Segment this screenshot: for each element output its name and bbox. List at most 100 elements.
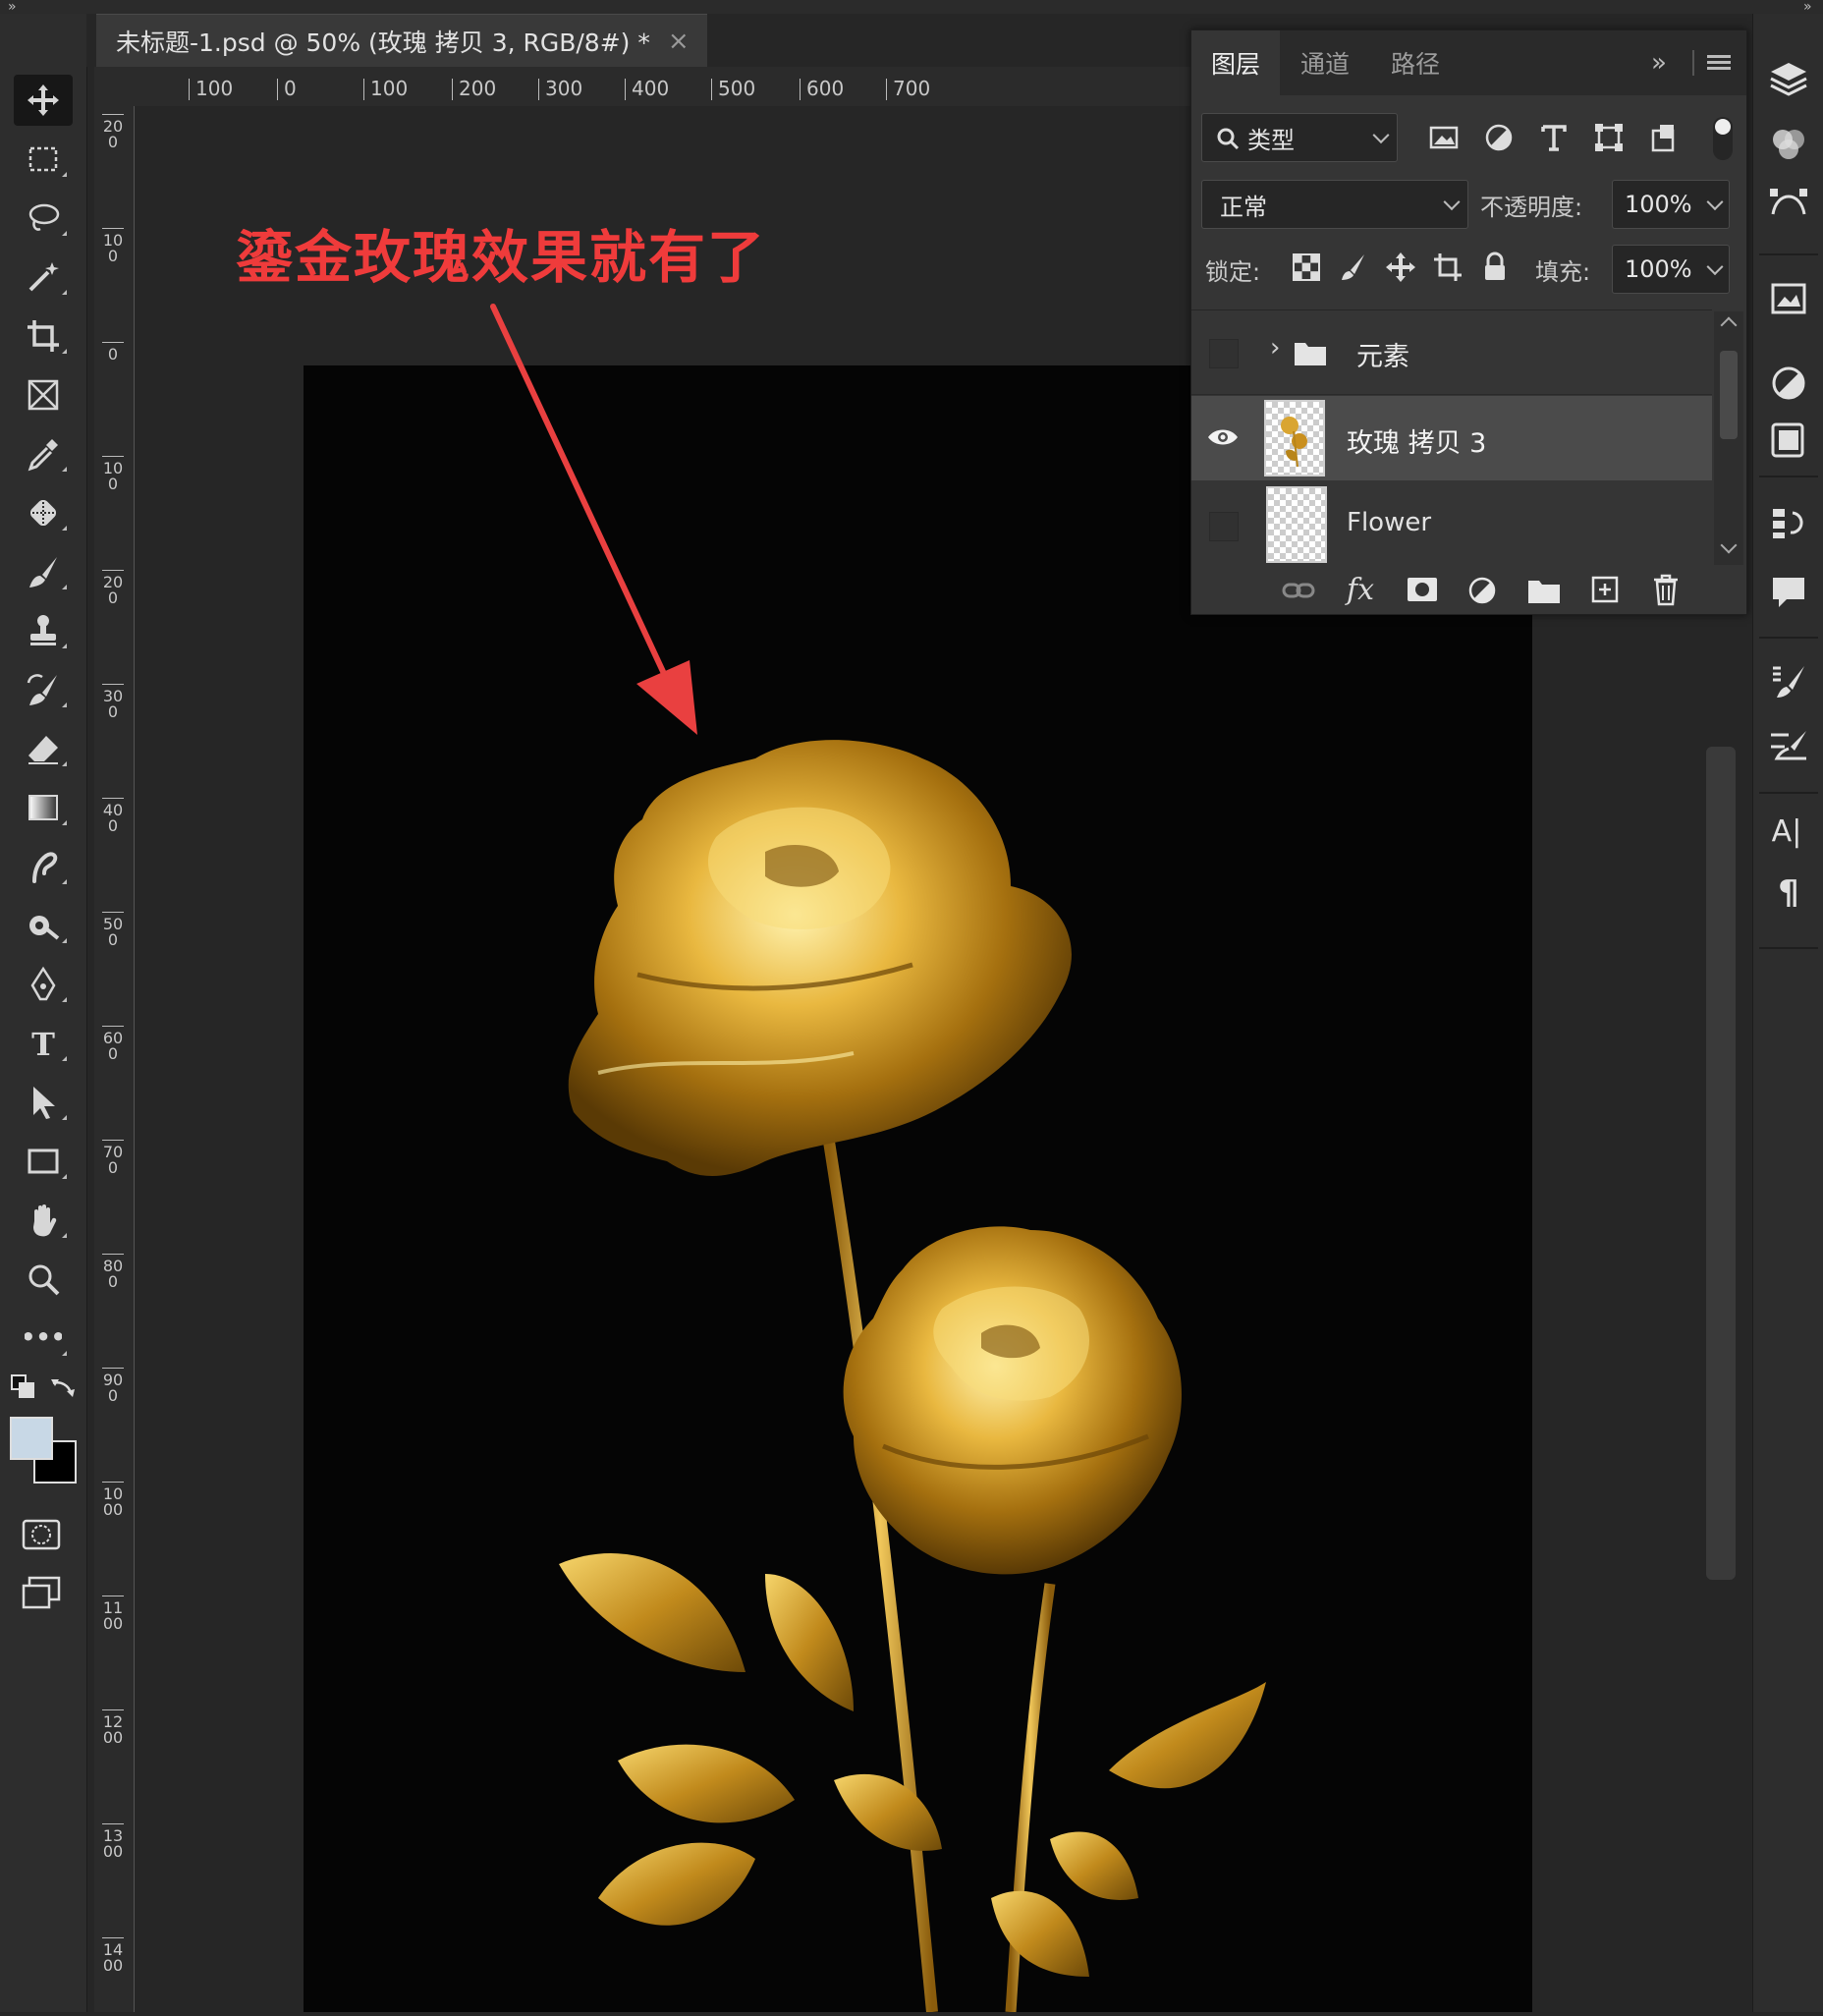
brush-icon — [29, 557, 57, 588]
fx-icon[interactable]: fx — [1347, 573, 1374, 607]
link-icon[interactable] — [1282, 579, 1315, 602]
eye-icon[interactable] — [1207, 425, 1239, 449]
filter-adjustment-icon[interactable] — [1482, 121, 1516, 154]
layer-row-group[interactable]: › 元素 — [1191, 311, 1712, 395]
folder-icon[interactable] — [1527, 577, 1561, 604]
dodge-tool[interactable] — [14, 900, 73, 951]
dodge-icon — [29, 916, 60, 940]
lock-pixels-icon[interactable] — [1337, 251, 1370, 284]
vertical-ruler[interactable]: 200 100 0 100 200 300 400 500 600 700 800 900 1000 11… — [94, 106, 135, 2012]
blend-mode-select[interactable]: 正常 — [1201, 180, 1468, 229]
document-tab[interactable]: 未标题-1.psd @ 50% (玫瑰 拷贝 3, RGB/8#) * × — [96, 14, 707, 67]
new-layer-icon[interactable] — [1590, 575, 1620, 604]
workspace-scrollbar[interactable] — [1706, 747, 1736, 1580]
layer-name: 玫瑰 拷贝 3 — [1347, 428, 1487, 459]
smudge-tool[interactable] — [14, 841, 73, 892]
type-tool[interactable]: T — [14, 1018, 73, 1069]
history-panel-button[interactable] — [1767, 501, 1810, 544]
ruler-tick-label: 600 — [102, 1026, 124, 1062]
foreground-color-swatch[interactable] — [10, 1417, 53, 1460]
adjustment-icon[interactable] — [1466, 575, 1498, 606]
filter-smart-object-icon[interactable] — [1647, 121, 1681, 154]
panel-expand-icon[interactable]: » — [1651, 48, 1667, 78]
history-brush-icon — [27, 674, 57, 705]
channels-panel-button[interactable] — [1767, 122, 1810, 165]
brush-tool[interactable] — [14, 546, 73, 597]
filter-shape-icon[interactable] — [1592, 121, 1626, 154]
ruler-tick-label: 400 — [102, 798, 124, 834]
lasso-tool[interactable] — [14, 193, 73, 244]
quick-mask-button[interactable] — [20, 1515, 63, 1558]
edit-toolbar[interactable]: ••• — [14, 1313, 73, 1364]
tab-layers[interactable]: 图层 — [1191, 30, 1280, 95]
visibility-toggle-off[interactable] — [1209, 512, 1239, 541]
healing-brush-tool[interactable] — [14, 487, 73, 538]
history-brush-tool[interactable] — [14, 664, 73, 715]
collapse-right-icon[interactable]: » — [1803, 0, 1812, 14]
annotation-arrow — [490, 304, 697, 735]
tab-paths[interactable]: 路径 — [1370, 30, 1461, 95]
clone-stamp-tool[interactable] — [14, 605, 73, 656]
eraser-tool[interactable] — [14, 723, 73, 774]
eyedropper-tool[interactable] — [14, 428, 73, 479]
layer-row-flower[interactable]: Flower — [1191, 482, 1712, 567]
brush-settings-icon — [1773, 666, 1804, 698]
pen-tool[interactable] — [14, 959, 73, 1010]
mask-icon[interactable] — [1406, 575, 1439, 604]
frame-tool[interactable] — [14, 369, 73, 420]
layers-panel: 图层 通道 路径 » 类型 正常 不透明度: 100% 锁定: 填充: 100% — [1190, 29, 1747, 615]
adjustments-panel-button[interactable] — [1767, 362, 1810, 405]
lock-transparent-icon[interactable] — [1290, 251, 1323, 284]
layers-panel-button[interactable] — [1767, 57, 1810, 100]
visibility-toggle-off[interactable] — [1209, 339, 1239, 368]
libraries-panel-button[interactable] — [1767, 277, 1810, 320]
filter-pixel-icon[interactable] — [1427, 121, 1461, 154]
chevron-right-icon[interactable]: › — [1270, 333, 1280, 363]
panel-menu-icon[interactable] — [1707, 55, 1731, 71]
layer-list-scrollbar[interactable] — [1714, 311, 1743, 565]
brushes-icon — [1771, 731, 1806, 760]
filter-toggle[interactable] — [1713, 117, 1733, 160]
screen-mode-button[interactable] — [20, 1574, 63, 1617]
marquee-tool[interactable] — [14, 134, 73, 185]
trash-icon[interactable] — [1651, 573, 1681, 606]
lock-position-icon[interactable] — [1384, 251, 1417, 284]
horizontal-ruler[interactable]: 100 0 100 200 300 400 500 600 700 — [94, 67, 1191, 107]
tab-channels[interactable]: 通道 — [1280, 30, 1370, 95]
ruler-tick-label: 700 — [102, 1140, 124, 1176]
comments-panel-button[interactable] — [1767, 570, 1810, 613]
layer-name: Flower — [1347, 508, 1432, 537]
collapse-left-icon[interactable]: » — [8, 0, 17, 14]
move-tool[interactable] — [14, 75, 73, 126]
lock-all-icon[interactable] — [1478, 251, 1512, 284]
default-colors-icon[interactable] — [10, 1373, 37, 1401]
ruler-tick-label: 400 — [625, 79, 669, 100]
screen-mode-icon — [22, 1576, 61, 1609]
swap-colors-icon[interactable] — [49, 1373, 77, 1401]
ruler-tick-label: 0 — [277, 79, 297, 100]
magic-wand-tool[interactable] — [14, 252, 73, 303]
character-panel-button[interactable]: A| — [1767, 808, 1810, 851]
rectangle-tool[interactable] — [14, 1136, 73, 1187]
brush-settings-panel-button[interactable] — [1767, 660, 1810, 703]
brushes-panel-button[interactable] — [1767, 723, 1810, 766]
ruler-tick-label: 1400 — [102, 1937, 124, 1974]
layer-filter-select[interactable]: 类型 — [1201, 113, 1398, 162]
paths-panel-button[interactable] — [1767, 181, 1810, 224]
crop-tool[interactable] — [14, 310, 73, 362]
lock-artboard-icon[interactable] — [1431, 251, 1464, 284]
move-icon — [28, 84, 59, 116]
opacity-value: 100% — [1625, 191, 1692, 218]
zoom-tool[interactable] — [14, 1254, 73, 1305]
properties-panel-button[interactable] — [1767, 419, 1810, 462]
hand-tool[interactable] — [14, 1195, 73, 1246]
path-selection-tool[interactable] — [14, 1077, 73, 1128]
gradient-tool[interactable] — [14, 782, 73, 833]
fill-field[interactable]: 100% — [1612, 245, 1730, 294]
rect-marquee-icon — [28, 146, 58, 172]
paragraph-panel-button[interactable]: ¶ — [1767, 868, 1810, 913]
layer-row-selected[interactable]: 玫瑰 拷贝 3 — [1191, 396, 1712, 480]
opacity-field[interactable]: 100% — [1612, 180, 1730, 229]
filter-type-icon[interactable] — [1537, 121, 1571, 154]
close-icon[interactable]: × — [668, 27, 690, 56]
